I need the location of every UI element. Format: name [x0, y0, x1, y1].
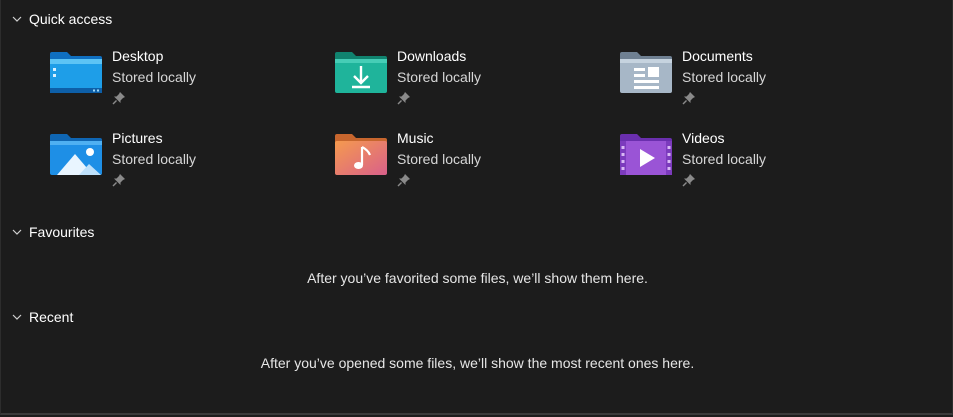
pictures-folder-icon: [50, 134, 102, 175]
quick-access-item-music[interactable]: Music Stored locally: [334, 130, 604, 192]
pin-icon: [112, 174, 125, 187]
item-name: Pictures: [112, 130, 163, 146]
item-name: Downloads: [397, 48, 467, 64]
pin-icon: [397, 92, 410, 105]
quick-access-item-desktop[interactable]: Desktop Stored locally: [49, 48, 319, 110]
item-name: Documents: [682, 48, 753, 64]
chevron-down-icon: [12, 16, 22, 22]
desktop-folder-icon: [50, 52, 102, 93]
recent-empty-message: After you’ve opened some files, we’ll sh…: [260, 355, 695, 371]
chevron-down-icon: [12, 314, 22, 320]
favourites-title: Favourites: [29, 224, 95, 240]
favourites-header[interactable]: Favourites: [11, 221, 94, 243]
item-status: Stored locally: [682, 69, 767, 85]
item-name: Desktop: [112, 48, 164, 64]
favourites-empty-message: After you’ve favorited some files, we’ll…: [307, 270, 648, 286]
item-name: Videos: [682, 130, 725, 146]
quick-access-item-downloads[interactable]: Downloads Stored locally: [334, 48, 604, 110]
videos-folder-icon: [620, 134, 672, 175]
quick-access-header[interactable]: Quick access: [11, 8, 112, 30]
item-name: Music: [397, 130, 434, 146]
quick-access-item-documents[interactable]: Documents Stored locally: [619, 48, 889, 110]
pin-icon: [112, 92, 125, 105]
item-status: Stored locally: [112, 151, 197, 167]
pin-icon: [397, 174, 410, 187]
file-explorer-home: Quick access Desktop Stored locally Down…: [0, 0, 953, 415]
quick-access-title: Quick access: [29, 11, 113, 27]
item-status: Stored locally: [682, 151, 767, 167]
pin-icon: [682, 174, 695, 187]
pin-icon: [682, 92, 695, 105]
quick-access-item-pictures[interactable]: Pictures Stored locally: [49, 130, 319, 192]
recent-header[interactable]: Recent: [11, 306, 73, 328]
music-folder-icon: [335, 134, 387, 175]
recent-title: Recent: [29, 309, 74, 325]
item-status: Stored locally: [397, 69, 482, 85]
documents-folder-icon: [620, 52, 672, 93]
downloads-folder-icon: [335, 52, 387, 93]
chevron-down-icon: [12, 229, 22, 235]
quick-access-item-videos[interactable]: Videos Stored locally: [619, 130, 889, 192]
item-status: Stored locally: [112, 69, 197, 85]
item-status: Stored locally: [397, 151, 482, 167]
